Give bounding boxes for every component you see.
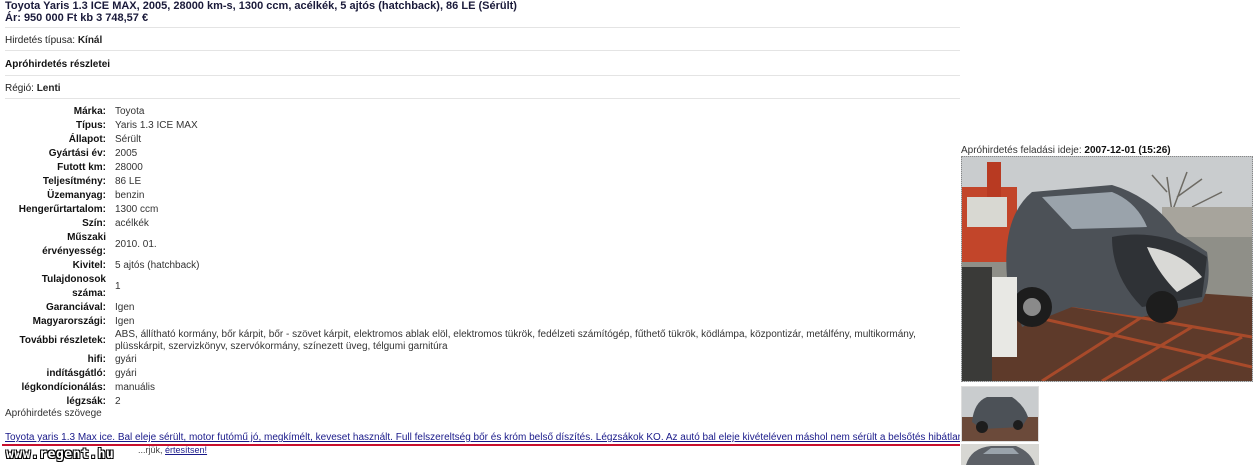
published-label: Apróhirdetés feladási ideje:: [961, 145, 1082, 156]
car-photo-image: [962, 157, 1252, 381]
spec-row: Üzemanyag: benzin: [3, 189, 948, 203]
spec-row: Teljesítmény: 86 LE: [3, 175, 948, 189]
spec-label: indításgátló:: [46, 368, 106, 379]
description-label: Apróhirdetés szövege: [5, 408, 102, 419]
spec-row: légzsák: 2: [3, 395, 948, 409]
spec-row: Futott km: 28000: [3, 161, 948, 175]
spec-label: Állapot:: [68, 134, 106, 145]
ad-type-row: Hirdetés típusa: Kínál: [5, 35, 102, 47]
divider: [5, 75, 960, 76]
spec-value: ABS, állítható kormány, bőr kárpit, bőr …: [115, 329, 916, 352]
spec-value: 2005: [115, 148, 138, 159]
spec-value: 86 LE: [115, 176, 142, 187]
main-photo[interactable]: [961, 156, 1253, 382]
spec-row: indításgátló: gyári: [3, 367, 948, 381]
ad-type-label: Hirdetés típusa:: [5, 35, 76, 46]
divider: [5, 27, 960, 28]
ad-title: Toyota Yaris 1.3 ICE MAX, 2005, 28000 km…: [5, 0, 517, 12]
divider: [5, 50, 960, 51]
published-value: 2007-12-01 (15:26): [1084, 145, 1171, 156]
spec-row: légkondícionálás: manuális: [3, 381, 948, 395]
spec-label: hifi:: [87, 354, 106, 365]
spec-row: Márka: Toyota: [3, 105, 948, 119]
spec-value: gyári: [115, 354, 137, 365]
spec-label: Magyarországi:: [32, 316, 106, 327]
footer-fragment: ...rjük, értesítsen!: [138, 445, 207, 455]
spec-label: Garanciával:: [45, 302, 106, 313]
site-watermark: www.regent.hu: [6, 447, 115, 462]
spec-label: Műszaki érvényesség:: [42, 232, 106, 257]
spec-label: Szín:: [82, 218, 106, 229]
region-label: Régió:: [5, 83, 34, 94]
spec-row: Kivitel: 5 ajtós (hatchback): [3, 259, 948, 273]
spec-row: Gyártási év: 2005: [3, 147, 948, 161]
notify-link[interactable]: értesítsen!: [165, 445, 207, 455]
spec-value: 2: [115, 396, 121, 407]
spec-row: Tulajdonosok száma: 1: [3, 273, 948, 301]
published-date: Apróhirdetés feladási ideje: 2007-12-01 …: [961, 145, 1171, 156]
spec-value: 1300 ccm: [115, 204, 159, 215]
ad-price: Ár: 950 000 Ft kb 3 748,57 €: [5, 12, 149, 24]
spec-value: Igen: [115, 302, 135, 313]
spec-label: légkondícionálás:: [21, 382, 106, 393]
thumbnail-image: [962, 387, 1038, 441]
spec-value: 5 ajtós (hatchback): [115, 260, 200, 271]
spec-row: Magyarországi: Igen: [3, 315, 948, 329]
spec-value: 1: [115, 281, 121, 292]
thumbnail-image: [961, 444, 1039, 465]
divider: [5, 98, 960, 99]
spec-row: Szín: acélkék: [3, 217, 948, 231]
thumbnail-1[interactable]: [961, 386, 1039, 442]
spec-label: Hengerűrtartalom:: [18, 204, 106, 215]
spec-row: Műszaki érvényesség: 2010. 01.: [3, 231, 948, 259]
spec-value: Toyota: [115, 106, 145, 117]
spec-row: Típus: Yaris 1.3 ICE MAX: [3, 119, 948, 133]
spec-row: Hengerűrtartalom: 1300 ccm: [3, 203, 948, 217]
spec-value: gyári: [115, 368, 137, 379]
thumbnail-2[interactable]: [961, 444, 1039, 465]
region-row: Régió: Lenti: [5, 83, 61, 95]
spec-value: manuális: [115, 382, 156, 393]
spec-label: Kivitel:: [72, 260, 106, 271]
spec-label: légzsák:: [66, 396, 106, 407]
spec-value: benzin: [115, 190, 145, 201]
spec-value: Yaris 1.3 ICE MAX: [115, 120, 198, 131]
spec-value: Sérült: [115, 134, 142, 145]
spec-label: Gyártási év:: [48, 148, 106, 159]
spec-row: További részletek: ABS, állítható kormány…: [3, 329, 948, 353]
ad-type-value: Kínál: [77, 35, 103, 46]
spec-label: Típus:: [76, 120, 106, 131]
spec-value: Igen: [115, 316, 135, 327]
description-text: Toyota yaris 1.3 Max ice. Bal eleje sérü…: [5, 432, 960, 443]
spec-value: 28000: [115, 162, 143, 173]
spec-label: Teljesítmény:: [42, 176, 106, 187]
spec-label: Futott km:: [57, 162, 106, 173]
spec-row: hifi: gyári: [3, 353, 948, 367]
spec-label: Üzemanyag:: [47, 190, 106, 201]
spec-label: További részletek:: [19, 335, 106, 346]
spec-label: Tulajdonosok száma:: [41, 274, 106, 299]
spec-value: acélkék: [115, 218, 149, 229]
spec-row: Állapot: Sérült: [3, 133, 948, 147]
spec-row: Garanciával: Igen: [3, 301, 948, 315]
ad-title-block: Toyota Yaris 1.3 ICE MAX, 2005, 28000 km…: [5, 0, 517, 24]
spec-value: 2010. 01.: [115, 239, 157, 250]
footer-text: ...rjük,: [138, 445, 163, 455]
details-heading: Apróhirdetés részletei: [5, 59, 111, 70]
region-value: Lenti: [36, 83, 61, 94]
spec-label: Márka:: [73, 106, 106, 117]
specs-table: Márka: Toyota Típus: Yaris 1.3 ICE MAX Állap…: [3, 105, 948, 409]
